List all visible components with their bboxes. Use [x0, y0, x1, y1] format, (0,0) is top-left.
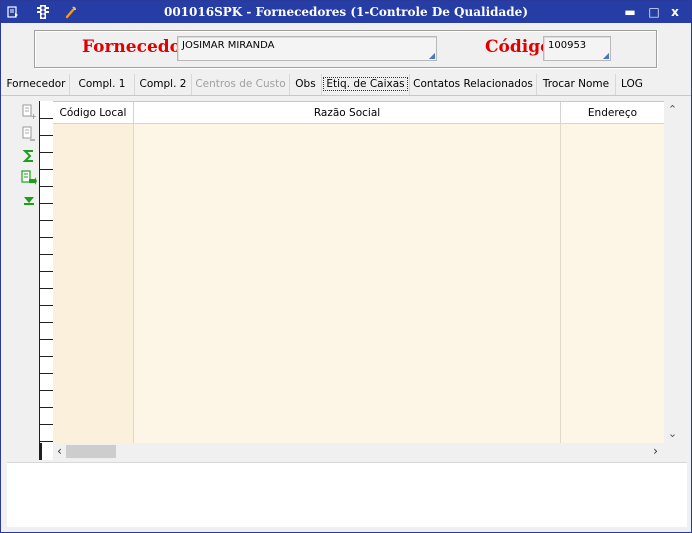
row-tick	[40, 152, 54, 153]
col-razao-social	[134, 124, 561, 444]
row-tick	[40, 322, 54, 323]
col-header-razao-social[interactable]: Razão Social	[134, 102, 561, 124]
row-tick	[40, 203, 54, 204]
row-tick	[40, 288, 54, 289]
row-tick	[40, 390, 54, 391]
row-tick	[40, 118, 54, 119]
row-tick	[40, 169, 54, 170]
row-tick	[40, 271, 54, 272]
supplier-field[interactable]: JOSIMAR MIRANDA ◢	[177, 36, 437, 61]
scroll-right-icon[interactable]: ›	[647, 444, 664, 459]
delete-row-icon[interactable]	[19, 124, 39, 144]
horizontal-scroll-thumb[interactable]	[66, 445, 116, 458]
grid-header: Código Local Razão Social Endereço	[53, 102, 664, 124]
vertical-scrollbar[interactable]: ⌃ ⌄	[664, 101, 681, 443]
col-header-codigo-local[interactable]: Código Local	[53, 102, 134, 124]
minimize-icon: ▬	[624, 5, 636, 19]
row-tick	[40, 441, 54, 442]
row-tick	[40, 356, 54, 357]
row-tick	[40, 305, 54, 306]
horizontal-scrollbar[interactable]: ‹ ›	[53, 443, 664, 460]
row-tick	[40, 407, 54, 408]
tab-centros-de-custo[interactable]: Centros de Custo	[192, 74, 290, 95]
export-icon[interactable]	[19, 168, 39, 188]
window-title: 001016SPK - Fornecedores (1-Controle De …	[163, 5, 528, 19]
tab-compl-2[interactable]: Compl. 2	[135, 74, 192, 95]
row-tick	[40, 339, 54, 340]
side-toolbar: +	[19, 102, 39, 212]
detail-panel	[7, 462, 687, 527]
tab-compl-1[interactable]: Compl. 1	[70, 74, 135, 95]
close-button[interactable]: x	[666, 4, 684, 20]
code-value: 100953	[548, 40, 587, 51]
col-codigo-local	[53, 124, 134, 444]
lookup-icon[interactable]: ◢	[429, 51, 435, 60]
insert-row-icon[interactable]: +	[19, 102, 39, 122]
data-grid[interactable]: Código Local Razão Social Endereço	[53, 101, 664, 444]
tab-trocar-nome[interactable]: Trocar Nome	[537, 74, 616, 95]
tab-log[interactable]: LOG	[616, 74, 648, 95]
row-tick	[40, 186, 54, 187]
lookup-icon[interactable]: ◢	[603, 51, 609, 60]
scroll-up-icon[interactable]: ⌃	[664, 103, 681, 120]
tab-obs[interactable]: Obs	[290, 74, 322, 95]
code-label: Código	[485, 37, 552, 57]
supplier-window: 001016SPK - Fornecedores (1-Controle De …	[0, 0, 692, 533]
maximize-button[interactable]: □	[645, 4, 663, 20]
tab-fornecedor[interactable]: Fornecedor	[3, 74, 70, 95]
scroll-down-icon[interactable]: ⌄	[664, 427, 681, 444]
row-tick	[40, 424, 54, 425]
header-panel: Fornecedor JOSIMAR MIRANDA ◢ Código 1009…	[34, 30, 657, 68]
row-indicator-column	[39, 101, 54, 443]
supplier-value: JOSIMAR MIRANDA	[182, 40, 275, 51]
row-tick	[40, 254, 54, 255]
minimize-button[interactable]: ▬	[621, 4, 639, 20]
filter-icon[interactable]	[19, 190, 39, 210]
tab-divider	[1, 95, 691, 96]
tab-contatos-relacionados[interactable]: Contatos Relacionados	[410, 74, 537, 95]
row-tick	[40, 220, 54, 221]
supplier-label: Fornecedor	[82, 37, 190, 57]
svg-text:+: +	[30, 112, 36, 120]
code-field[interactable]: 100953 ◢	[543, 36, 611, 61]
col-header-endereco[interactable]: Endereço	[561, 102, 664, 124]
tab-etiq-de-caixas[interactable]: Etiq. de Caixas	[322, 74, 410, 95]
close-icon: x	[671, 5, 679, 19]
row-tick	[40, 135, 54, 136]
row-tick	[40, 373, 54, 374]
tab-strip: Fornecedor Compl. 1 Compl. 2 Centros de …	[3, 74, 689, 95]
title-bar: 001016SPK - Fornecedores (1-Controle De …	[1, 1, 691, 23]
row-tick	[40, 237, 54, 238]
maximize-icon: □	[648, 5, 660, 19]
sum-icon[interactable]	[19, 146, 39, 166]
